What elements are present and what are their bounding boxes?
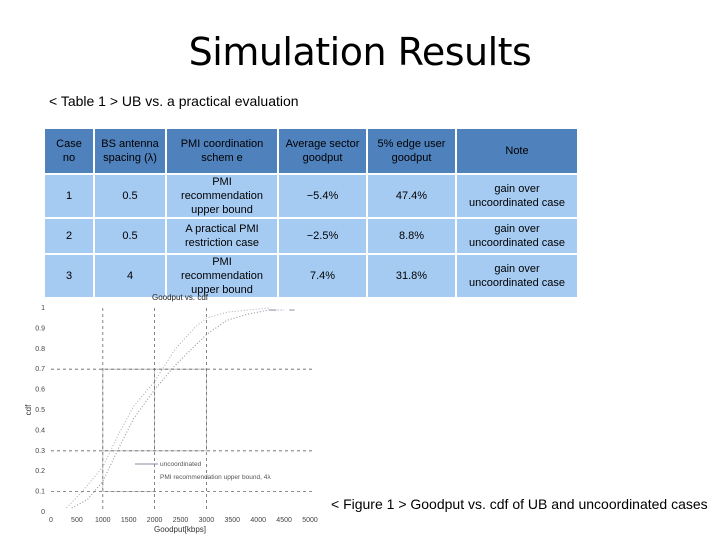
y-tick-label: 0.2 — [35, 468, 45, 475]
y-tick-label: 0.7 — [35, 366, 45, 373]
chart-legend: uncoordinated PMI recommendation upper bo… — [135, 461, 271, 481]
y-tick-label: 0.4 — [35, 427, 45, 434]
goodput-cdf-chart: Goodput vs. cdf Goodput[kbps] cdf 0 500 10… — [24, 293, 318, 534]
figure-caption: < Figure 1 > Goodput vs. cdf of UB and u… — [331, 496, 708, 512]
chart-y-axis-label: cdf — [24, 404, 33, 415]
y-tick-label: 1 — [41, 305, 45, 312]
y-tick-label: 0.9 — [35, 325, 45, 332]
chart-x-axis-label: Goodput[kbps] — [154, 525, 206, 534]
x-tick-label: 0 — [49, 517, 53, 524]
y-tick-label: 0 — [41, 509, 45, 516]
y-tick-label: 0.5 — [35, 407, 45, 414]
x-tick-label: 2500 — [173, 517, 189, 524]
y-tick-label: 0.8 — [35, 346, 45, 353]
x-tick-label: 3000 — [199, 517, 215, 524]
y-tick-label: 0.1 — [35, 489, 45, 496]
y-tick-label: 0.3 — [35, 448, 45, 455]
legend-label-pmi-upper-bound: PMI recommendation upper bound, 4λ — [160, 474, 271, 481]
legend-label-uncoordinated: uncoordinated — [160, 461, 202, 468]
x-tick-label: 2000 — [147, 517, 163, 524]
tick-labels: 0 500 1000 1500 2000 2500 3000 3500 4000 4500 5000… — [35, 305, 318, 524]
x-tick-label: 4500 — [276, 517, 292, 524]
x-tick-label: 4000 — [250, 517, 266, 524]
chart-title: Goodput vs. cdf — [152, 293, 209, 302]
x-tick-label: 1500 — [121, 517, 137, 524]
grid-lines — [51, 308, 315, 512]
x-tick-label: 3500 — [225, 517, 241, 524]
x-tick-label: 500 — [71, 517, 83, 524]
y-tick-label: 0.6 — [35, 387, 45, 394]
x-tick-label: 1000 — [95, 517, 111, 524]
x-tick-label: 5000 — [302, 517, 318, 524]
